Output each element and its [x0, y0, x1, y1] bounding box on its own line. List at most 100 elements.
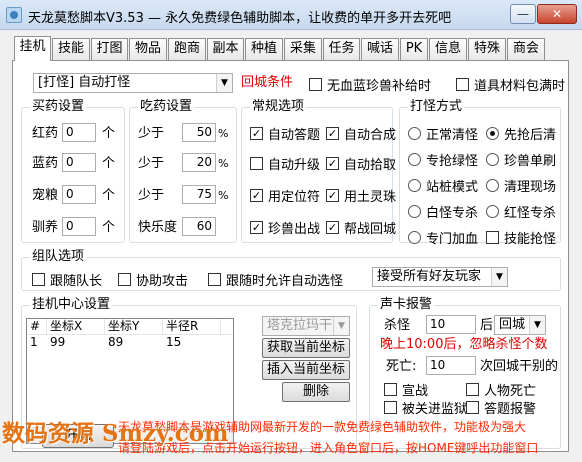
bag-full-checkbox[interactable]: 道具材料包满时	[456, 75, 565, 94]
tab-gather[interactable]: 采集	[284, 38, 322, 60]
general-option-checkbox[interactable]: ✓ 帮战回城	[326, 218, 396, 237]
fight-option-radio[interactable]: 正常清怪	[408, 124, 478, 143]
buy-label: 宠粮	[32, 188, 59, 203]
general-option-checkbox[interactable]: ✓ 珍兽出战	[250, 218, 320, 237]
get-coord-button[interactable]: 获取当前坐标	[262, 338, 350, 358]
eat-mp-input[interactable]: 20	[182, 153, 216, 172]
minimize-button[interactable]: —	[510, 4, 536, 24]
tab-plant[interactable]: 种植	[245, 38, 283, 60]
general-option-checkbox[interactable]: ✓ 自动拾取	[326, 154, 396, 173]
buy-blue-input[interactable]: 0	[62, 153, 96, 172]
tab-trade[interactable]: 跑商	[168, 38, 206, 60]
fight-option-label: 白怪专杀	[426, 206, 479, 221]
happiness-input[interactable]: 60	[182, 217, 216, 236]
follow-leader-label: 跟随队长	[50, 274, 103, 289]
buy-red-input[interactable]: 0	[62, 123, 96, 142]
follow-leader-checkbox[interactable]: 跟随队长	[32, 270, 102, 289]
group-title: 吃药设置	[138, 99, 195, 114]
radio-dot	[486, 127, 499, 140]
death-count-input[interactable]: 10	[426, 356, 476, 375]
fight-option-radio[interactable]: 清理现场	[486, 176, 556, 195]
tab-skill[interactable]: 技能	[52, 38, 90, 60]
buy-petfood-input[interactable]: 0	[62, 185, 96, 204]
player-death-checkbox[interactable]: 人物死亡	[466, 380, 536, 399]
watermark-logo: 数码资源 Smzy.com	[2, 420, 229, 447]
war-declare-checkbox[interactable]: 宣战	[384, 380, 428, 399]
table-cell: 89	[108, 335, 124, 349]
assist-attack-checkbox[interactable]: 协助攻击	[118, 270, 188, 289]
fight-option-radio[interactable]: 站桩模式	[408, 176, 478, 195]
after-action-select[interactable]: 回城 ▼	[494, 315, 546, 335]
radio-dot	[408, 179, 421, 192]
general-option-checkbox[interactable]: ✓ 自动合成	[326, 124, 396, 143]
general-option-checkbox[interactable]: ✓ 用定位符	[250, 186, 320, 205]
tab-special[interactable]: 特殊	[468, 38, 506, 60]
fight-option-radio[interactable]: 红怪专杀	[486, 202, 556, 221]
buy-tame-input[interactable]: 0	[62, 217, 96, 236]
radio-dot	[408, 127, 421, 140]
checkbox-box	[486, 231, 499, 244]
kill-count-input[interactable]: 10	[426, 315, 476, 334]
delete-button[interactable]: 删除	[282, 382, 350, 402]
tab-info[interactable]: 信息	[429, 38, 467, 60]
checkbox-box	[466, 401, 479, 414]
fight-option-radio[interactable]: 先抢后清	[486, 124, 556, 143]
checkbox-box: ✓	[326, 221, 339, 234]
fight-option-checkbox[interactable]: 技能抢怪	[486, 228, 556, 247]
fight-option-radio[interactable]: 专门加血	[408, 228, 478, 247]
general-option-label: 自动拾取	[344, 158, 397, 173]
fight-option-label: 站桩模式	[426, 180, 479, 195]
no-blood-label: 无血蓝珍兽补给时	[327, 79, 432, 94]
quiz-alarm-checkbox[interactable]: 答题报警	[466, 398, 536, 417]
fight-option-label: 技能抢怪	[504, 232, 557, 247]
checkbox-box	[384, 383, 397, 396]
buy-label: 红药	[32, 126, 59, 141]
table-row[interactable]: 1 99 89 15	[27, 335, 233, 351]
general-option-label: 自动合成	[344, 128, 397, 143]
team-options-group: 组队选项 跟随队长 协助攻击 跟随时允许自动选怪 接受所有好友玩家 ▼	[21, 250, 561, 291]
tab-shout[interactable]: 喊话	[361, 38, 399, 60]
eat-label: 少于	[138, 188, 165, 203]
tab-dungeon[interactable]: 副本	[207, 38, 244, 60]
radio-dot	[408, 205, 421, 218]
general-option-label: 用定位符	[268, 190, 321, 205]
chevron-down-icon: ▼	[333, 317, 349, 335]
follow-allow-checkbox[interactable]: 跟随时允许自动选怪	[208, 270, 343, 289]
chevron-down-icon: ▼	[491, 268, 507, 286]
group-title: 打怪方式	[408, 99, 465, 114]
mode-select[interactable]: [打怪] 自动打怪 ▼	[33, 73, 233, 93]
tab-quest[interactable]: 任务	[323, 38, 360, 60]
close-button[interactable]: ✕	[537, 4, 577, 24]
accept-select-value: 接受所有好友玩家	[377, 269, 482, 284]
checkbox-box	[118, 273, 131, 286]
eat-hp-input[interactable]: 50	[182, 123, 216, 142]
fight-option-radio[interactable]: 专抢绿怪	[408, 150, 478, 169]
general-option-checkbox[interactable]: ✓ 用土灵珠	[326, 186, 396, 205]
fight-option-label: 专抢绿怪	[426, 154, 479, 169]
location-select[interactable]: 塔克拉玛干 ▼	[262, 316, 350, 336]
accept-select[interactable]: 接受所有好友玩家 ▼	[372, 267, 508, 287]
checkbox-box	[466, 383, 479, 396]
general-option-checkbox[interactable]: ✓ 自动答题	[250, 124, 320, 143]
buy-label: 蓝药	[32, 156, 59, 171]
tab-pk[interactable]: PK	[400, 38, 428, 60]
fight-option-radio[interactable]: 白怪专杀	[408, 202, 478, 221]
no-blood-checkbox[interactable]: 无血蓝珍兽补给时	[309, 75, 431, 94]
eat-pet-input[interactable]: 75	[182, 185, 216, 204]
insert-coord-button[interactable]: 插入当前坐标	[262, 360, 350, 380]
tab-map[interactable]: 打图	[91, 38, 128, 60]
war-declare-label: 宣战	[402, 384, 429, 399]
tab-hangup[interactable]: 挂机	[14, 36, 51, 61]
night-note: 晚上10:00后，忽略杀怪个数	[380, 337, 548, 352]
radio-dot	[486, 179, 499, 192]
tab-items[interactable]: 物品	[129, 38, 167, 60]
radio-dot	[408, 153, 421, 166]
tab-guild[interactable]: 商会	[507, 38, 545, 60]
general-option-label: 用土灵珠	[344, 190, 397, 205]
general-option-checkbox[interactable]: 自动升级	[250, 154, 320, 173]
fight-option-radio[interactable]: 珍兽单刷	[486, 150, 556, 169]
jailed-checkbox[interactable]: 被关进监狱	[384, 398, 467, 417]
after-action-value: 回城	[499, 317, 526, 332]
group-title: 声卡报警	[378, 297, 435, 312]
title-bar: 天龙莫愁脚本V3.53 — 永久免费绿色辅助脚本，让收费的单开多开去死吧 — ✕	[0, 0, 582, 30]
